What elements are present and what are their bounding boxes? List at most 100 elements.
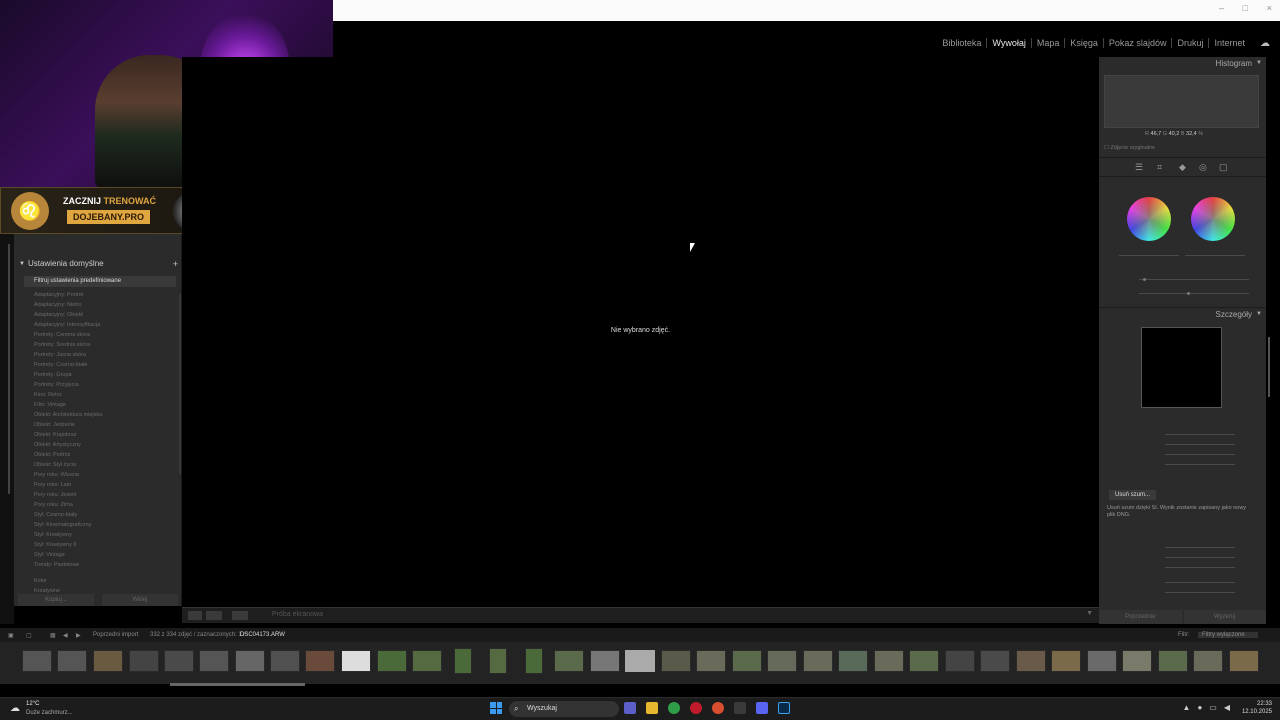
preset-group[interactable]: Adaptacyjny: Niebo — [26, 300, 102, 310]
preset-group[interactable]: Portrety: Grupa — [26, 370, 102, 380]
preset-group[interactable]: Styl: Kreatywny II — [26, 540, 102, 550]
collapse-triangle-icon[interactable]: ▼ — [19, 261, 25, 267]
film-thumbnail[interactable] — [980, 650, 1010, 672]
toolbar-menu-icon[interactable]: ▼ — [1086, 610, 1093, 617]
noise-contrast-slider[interactable] — [1165, 567, 1235, 568]
healing-icon[interactable]: ◆ — [1179, 162, 1186, 173]
film-thumbnail[interactable] — [164, 650, 194, 672]
discord-icon[interactable] — [756, 702, 768, 714]
filter-dropdown[interactable]: Filtry wyłączone — [1198, 632, 1258, 638]
chrome-icon[interactable] — [668, 702, 680, 714]
monitor-1-icon[interactable]: ▣ — [8, 632, 14, 639]
color-noise-slider[interactable] — [1165, 582, 1235, 583]
blending-slider-knob[interactable] — [1143, 278, 1146, 281]
details-collapse-icon[interactable]: ▼ — [1256, 311, 1262, 317]
film-thumbnail[interactable] — [838, 650, 868, 672]
preset-group[interactable]: Styl: Kreatywny — [26, 530, 102, 540]
film-thumbnail[interactable] — [554, 650, 584, 672]
soft-proofing-label[interactable]: Próba ekranowa — [272, 611, 323, 618]
crop-icon[interactable]: ⌗ — [1157, 162, 1162, 173]
film-thumbnail[interactable] — [129, 650, 159, 672]
preset-group[interactable]: Film: Vintage — [26, 400, 102, 410]
selected-filename[interactable]: DSC04173.ARW — [240, 632, 285, 638]
blending-slider[interactable] — [1139, 279, 1249, 280]
film-thumbnail[interactable] — [803, 650, 833, 672]
preset-group[interactable]: Styl: Vintage — [26, 550, 102, 560]
denoise-button[interactable]: Usuń szum... — [1109, 490, 1157, 500]
film-thumbnail[interactable] — [93, 650, 123, 672]
film-thumbnail[interactable] — [909, 650, 939, 672]
module-develop[interactable]: Wywołaj — [986, 38, 1030, 48]
original-photo-checkbox[interactable]: ☐ Zdjęcie oryginalne — [1104, 145, 1155, 151]
source-label[interactable]: Poprzedni import — [93, 632, 138, 638]
preset-group[interactable]: Portrety: Średnia skóra — [26, 340, 102, 350]
film-thumbnail[interactable] — [341, 650, 371, 672]
copy-settings-button[interactable]: Kopiuj... — [18, 594, 94, 606]
preset-group[interactable]: Obiekt: Krajobraz — [26, 430, 102, 440]
module-library[interactable]: Biblioteka — [937, 38, 986, 48]
left-panel-scrollbar[interactable] — [8, 244, 10, 494]
film-thumbnail[interactable] — [412, 650, 442, 672]
film-thumbnail[interactable] — [945, 650, 975, 672]
preset-group[interactable]: Obiekt: Styl życia — [26, 460, 102, 470]
film-thumbnail[interactable] — [377, 650, 407, 672]
monitor-2-icon[interactable]: ▢ — [26, 632, 32, 639]
preset-group[interactable]: Obiekt: Architektura miejska — [26, 410, 102, 420]
film-thumbnail[interactable] — [235, 650, 265, 672]
module-book[interactable]: Księga — [1064, 38, 1103, 48]
preset-group[interactable]: Portrety: Ciemna skóra — [26, 330, 102, 340]
film-thumbnail[interactable] — [489, 648, 507, 674]
redeye-icon[interactable]: ◎ — [1199, 162, 1207, 173]
sharpening-masking-slider[interactable] — [1165, 464, 1235, 465]
preset-filter[interactable]: Filtruj ustawienia predefiniowane — [24, 276, 176, 287]
film-thumbnail[interactable] — [1016, 650, 1046, 672]
film-thumbnail[interactable] — [874, 650, 904, 672]
film-thumbnail[interactable] — [1229, 650, 1259, 672]
noise-luminance-slider[interactable] — [1165, 547, 1235, 548]
histogram-title[interactable]: Histogram — [1216, 59, 1252, 68]
sharpening-detail-slider[interactable] — [1165, 454, 1235, 455]
film-thumbnail[interactable] — [305, 650, 335, 672]
film-thumbnail[interactable] — [1158, 650, 1188, 672]
module-slideshow[interactable]: Pokaz slajdów — [1102, 38, 1172, 48]
preset-group[interactable]: Portrety: Przyjęcia — [26, 380, 102, 390]
network-icon[interactable]: ▭ — [1209, 703, 1217, 712]
balance-slider-knob[interactable] — [1187, 292, 1190, 295]
maximize-button[interactable]: □ — [1243, 3, 1248, 13]
module-print[interactable]: Drukuj — [1171, 38, 1208, 48]
preset-group[interactable]: Pory roku: Zima — [26, 500, 102, 510]
color-wheel-midtones[interactable] — [1127, 197, 1171, 241]
preset-group[interactable]: Kolor — [26, 576, 102, 586]
presets-header[interactable]: ▼ Ustawienia domyślne + — [14, 259, 182, 273]
module-map[interactable]: Mapa — [1030, 38, 1065, 48]
film-thumbnail[interactable] — [57, 650, 87, 672]
compare-icon[interactable] — [232, 611, 248, 620]
film-thumbnail-selected[interactable] — [625, 650, 655, 672]
preset-group[interactable]: Adaptacyjny: Obiekt — [26, 310, 102, 320]
histogram-collapse-icon[interactable]: ▼ — [1256, 60, 1262, 66]
film-thumbnail[interactable] — [661, 650, 691, 672]
filmstrip-scrollbar[interactable] — [170, 683, 305, 686]
tray-chevron-icon[interactable]: ▲ — [1183, 703, 1191, 712]
teams-icon[interactable] — [624, 702, 636, 714]
preset-group[interactable]: Styl: Czarno-biały — [26, 510, 102, 520]
film-thumbnail[interactable] — [1193, 650, 1223, 672]
filmstrip[interactable] — [0, 642, 1280, 684]
app-icon[interactable] — [712, 702, 724, 714]
preset-group[interactable]: Pory roku: Wiosna — [26, 470, 102, 480]
paste-settings-button[interactable]: Wklej — [102, 594, 178, 606]
film-thumbnail[interactable] — [590, 650, 620, 672]
close-button[interactable]: × — [1267, 3, 1272, 13]
film-thumbnail[interactable] — [767, 650, 797, 672]
balance-slider[interactable] — [1139, 293, 1249, 294]
forward-arrow-icon[interactable]: ▶ — [76, 632, 81, 639]
clock[interactable]: 22:33 12.10.2025 — [1242, 700, 1272, 716]
minimize-button[interactable]: – — [1219, 3, 1224, 13]
film-thumbnail[interactable] — [1087, 650, 1117, 672]
file-explorer-icon[interactable] — [646, 702, 658, 714]
film-thumbnail[interactable] — [525, 648, 543, 674]
back-arrow-icon[interactable]: ◀ — [63, 632, 68, 639]
preset-group[interactable]: Styl: Kinematograficzny — [26, 520, 102, 530]
edit-sliders-icon[interactable]: ☰ — [1135, 162, 1143, 173]
color-wheel-highlights[interactable] — [1191, 197, 1235, 241]
